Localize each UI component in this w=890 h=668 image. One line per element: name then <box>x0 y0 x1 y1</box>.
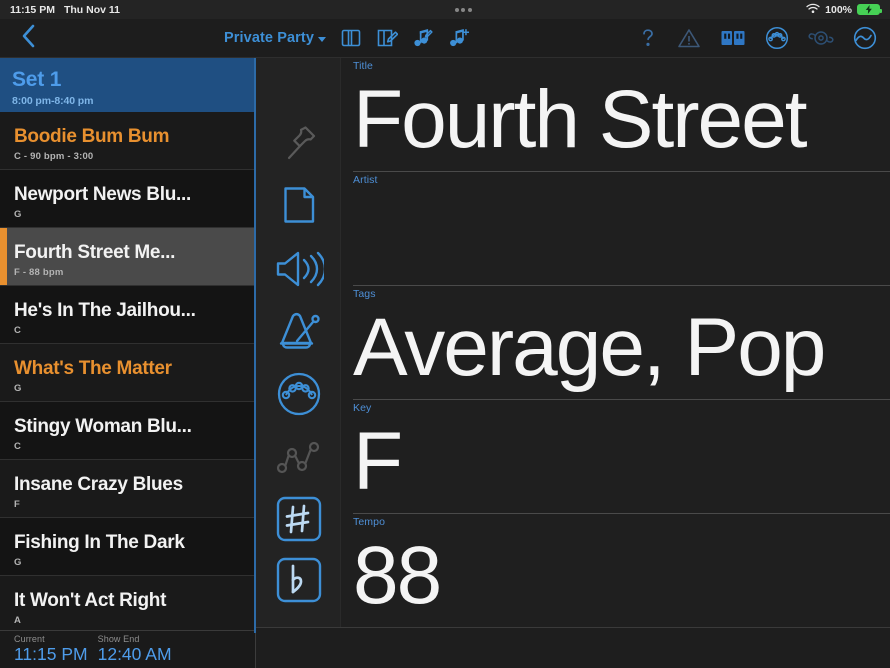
show-end-label: Show End <box>97 634 140 644</box>
current-time-value: 11:15 PM <box>14 644 88 664</box>
song-meta: F <box>14 499 21 511</box>
flat-icon[interactable] <box>256 555 341 605</box>
toolbar-center-group: Private Party <box>224 27 470 49</box>
document-icon[interactable] <box>256 182 341 228</box>
warning-icon[interactable] <box>677 27 701 49</box>
field-tags-label: Tags <box>353 288 376 300</box>
field-artist-label: Artist <box>353 174 378 186</box>
detail-bottom-panel <box>256 627 890 668</box>
volume-icon[interactable] <box>256 246 341 292</box>
library-icon[interactable] <box>720 27 746 49</box>
layout-panel-icon[interactable] <box>340 27 362 49</box>
edit-layout-icon[interactable] <box>376 27 398 49</box>
song-fields: Title Fourth Street Artist Tags Average,… <box>341 58 890 668</box>
song-meta: C <box>14 325 22 337</box>
field-tags[interactable]: Tags Average, Pop <box>353 286 890 400</box>
song-detail-panel: Title Fourth Street Artist Tags Average,… <box>254 58 890 668</box>
song-name: He's In The Jailhou... <box>14 299 196 321</box>
status-bar-center <box>120 7 806 12</box>
toolbar-right-group <box>638 26 890 50</box>
chevron-left-icon <box>21 24 36 53</box>
field-artist[interactable]: Artist <box>353 172 890 286</box>
set-header[interactable]: Set 1 8:00 pm-8:40 pm <box>0 58 255 112</box>
song-name: Fishing In The Dark <box>14 531 185 553</box>
time-status-bar: Current 11:15 PM Show End 12:40 AM <box>0 630 255 668</box>
song-list-item[interactable]: Fourth Street Me... F - 88 bpm <box>0 228 255 286</box>
pin-icon[interactable] <box>256 120 341 166</box>
sync-icon[interactable] <box>853 26 877 50</box>
wifi-icon <box>806 3 820 17</box>
song-meta: C - 90 bpm - 3:00 <box>14 151 94 163</box>
setlist-title-dropdown[interactable]: Private Party <box>224 30 326 46</box>
show-end-value: 12:40 AM <box>97 644 172 664</box>
song-list-item[interactable]: Boodie Bum Bum C - 90 bpm - 3:00 <box>0 112 255 170</box>
back-button[interactable] <box>0 24 56 53</box>
field-tempo[interactable]: Tempo 88 <box>353 514 890 626</box>
chevron-down-icon <box>317 36 326 42</box>
field-title-label: Title <box>353 60 373 72</box>
song-name: Insane Crazy Blues <box>14 473 183 495</box>
status-bar-date: Thu Nov 11 <box>63 3 120 16</box>
help-icon[interactable] <box>638 27 658 49</box>
show-end-block: Show End 12:40 AM <box>98 634 172 664</box>
song-list-item[interactable]: He's In The Jailhou... C <box>0 286 255 344</box>
field-key-value: F <box>353 415 403 507</box>
field-tags-value: Average, Pop <box>353 301 826 393</box>
song-meta: G <box>14 209 22 221</box>
metronome-icon[interactable] <box>256 308 341 354</box>
song-meta: F - 88 bpm <box>14 267 64 279</box>
song-meta: G <box>14 557 22 569</box>
song-name: Boodie Bum Bum <box>14 125 170 147</box>
song-list-item[interactable]: What's The Matter G <box>0 344 255 402</box>
song-tools-rail <box>256 58 341 668</box>
field-tempo-label: Tempo <box>353 516 386 528</box>
automation-icon[interactable] <box>256 436 341 480</box>
drum-pad-icon[interactable] <box>765 26 789 50</box>
field-title[interactable]: Title Fourth Street <box>353 58 890 172</box>
current-time-block: Current 11:15 PM <box>14 634 88 664</box>
field-title-value: Fourth Street <box>353 73 808 165</box>
set-time-range: 8:00 pm-8:40 pm <box>12 95 94 108</box>
song-list-item[interactable]: Newport News Blu... G <box>0 170 255 228</box>
battery-charging-icon <box>857 4 882 15</box>
song-list-item[interactable]: Insane Crazy Blues F <box>0 460 255 518</box>
app-toolbar: Private Party <box>0 19 890 58</box>
field-tempo-value: 88 <box>353 529 442 621</box>
song-meta: C <box>14 441 22 453</box>
song-name: Fourth Street Me... <box>14 241 176 263</box>
song-list-item[interactable]: Stingy Woman Blu... C <box>0 402 255 460</box>
add-song-icon[interactable] <box>448 27 470 49</box>
song-name: Newport News Blu... <box>14 183 191 205</box>
song-name: What's The Matter <box>14 357 172 379</box>
status-bar-left: 11:15 PM Thu Nov 11 <box>0 4 120 16</box>
field-key[interactable]: Key F <box>353 400 890 514</box>
edit-song-icon[interactable] <box>412 27 434 49</box>
current-time-label: Current <box>14 634 45 644</box>
set-title: Set 1 <box>12 67 62 91</box>
drum-pad-icon[interactable] <box>256 370 341 418</box>
battery-percent-label: 100% <box>825 3 852 16</box>
setlist-sidebar[interactable]: Set 1 8:00 pm-8:40 pm Boodie Bum Bum C - … <box>0 58 255 668</box>
song-name: Stingy Woman Blu... <box>14 415 192 437</box>
status-bar-right: 100% <box>806 3 890 17</box>
song-name: It Won't Act Right <box>14 589 167 611</box>
audio-device-icon[interactable] <box>808 27 834 49</box>
song-list-item[interactable]: It Won't Act Right A <box>0 576 255 634</box>
app-screen: 11:15 PM Thu Nov 11 100% Private Party S… <box>0 0 890 668</box>
song-meta: A <box>14 615 22 627</box>
multitask-dots-handle[interactable] <box>454 7 472 12</box>
ios-status-bar: 11:15 PM Thu Nov 11 100% <box>0 0 890 19</box>
setlist-title-label: Private Party <box>224 30 314 46</box>
sharp-icon[interactable] <box>256 494 341 544</box>
song-meta: G <box>14 383 22 395</box>
status-bar-time: 11:15 PM <box>10 3 55 16</box>
field-key-label: Key <box>353 402 372 414</box>
song-list-item[interactable]: Fishing In The Dark G <box>0 518 255 576</box>
song-list: Boodie Bum Bum C - 90 bpm - 3:00 Newport N… <box>0 112 255 634</box>
